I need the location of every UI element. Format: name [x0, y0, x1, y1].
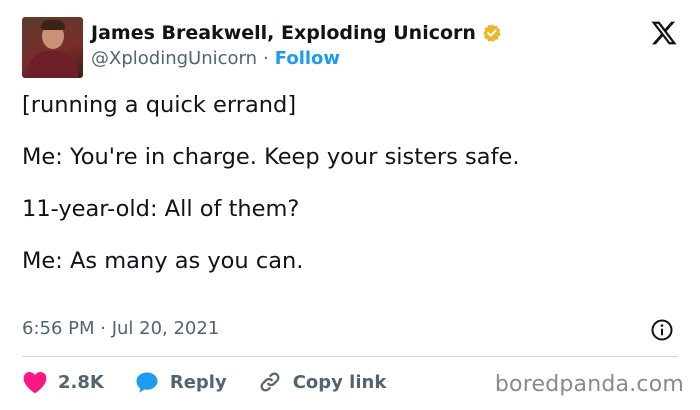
info-icon[interactable] [650, 318, 674, 342]
tweet-line: Me: As many as you can. [22, 248, 304, 274]
tweet-line: 11-year-old: All of them? [22, 196, 300, 222]
avatar[interactable] [22, 17, 83, 78]
reply-button[interactable]: Reply [134, 370, 227, 394]
copy-link-label: Copy link [292, 371, 387, 393]
author-name-row: James Breakwell, Exploding Unicorn [91, 22, 502, 44]
author-handle[interactable]: @XplodingUnicorn [91, 48, 257, 69]
divider [22, 356, 678, 357]
heart-icon [23, 372, 47, 394]
action-bar: 2.8K Reply Copy link [22, 370, 416, 394]
tweet-line: Me: You're in charge. Keep your sisters … [22, 144, 520, 170]
tweet-text: [running a quick errand] Me: You're in c… [22, 92, 682, 300]
copy-link-button[interactable]: Copy link [257, 370, 387, 394]
follow-button[interactable]: Follow [275, 48, 340, 69]
handle-row: @XplodingUnicorn · Follow [91, 48, 340, 69]
watermark: boredpanda.com [494, 372, 684, 397]
link-icon [260, 372, 280, 392]
x-logo-icon[interactable] [650, 19, 678, 47]
like-button[interactable]: 2.8K [22, 370, 104, 394]
author-display-name[interactable]: James Breakwell, Exploding Unicorn [91, 22, 476, 44]
tweet-timestamp[interactable]: 6:56 PM · Jul 20, 2021 [22, 318, 219, 339]
reply-label: Reply [169, 371, 227, 393]
separator: · [263, 48, 269, 69]
like-count: 2.8K [58, 371, 104, 393]
tweet-line: [running a quick errand] [22, 92, 297, 118]
reply-bubble-icon [136, 372, 158, 393]
verified-badge-icon [482, 23, 502, 43]
